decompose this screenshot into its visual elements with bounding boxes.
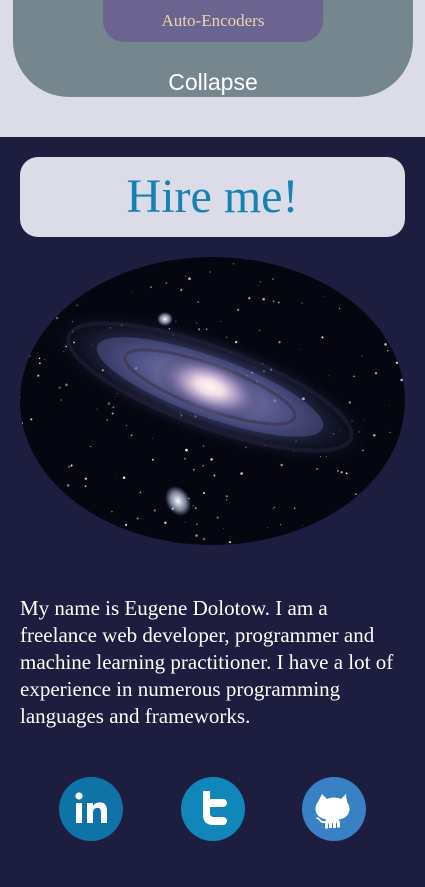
collapse-button[interactable]: Collapse [13,66,413,98]
bio-text: My name is Eugene Dolotow. I am a freela… [20,596,394,728]
menu-item-auto-encoders[interactable]: Auto-Encoders [103,0,323,42]
hire-me-button[interactable]: Hire me! [20,157,405,237]
main-section: Hire me! My name is Eugene Dolotow. I am… [0,137,425,887]
galaxy-image [20,257,405,545]
linkedin-link[interactable] [59,777,123,841]
github-icon [302,777,366,841]
github-link[interactable] [302,777,366,841]
twitter-icon [181,777,245,841]
twitter-link[interactable] [181,777,245,841]
linkedin-icon [59,777,123,841]
